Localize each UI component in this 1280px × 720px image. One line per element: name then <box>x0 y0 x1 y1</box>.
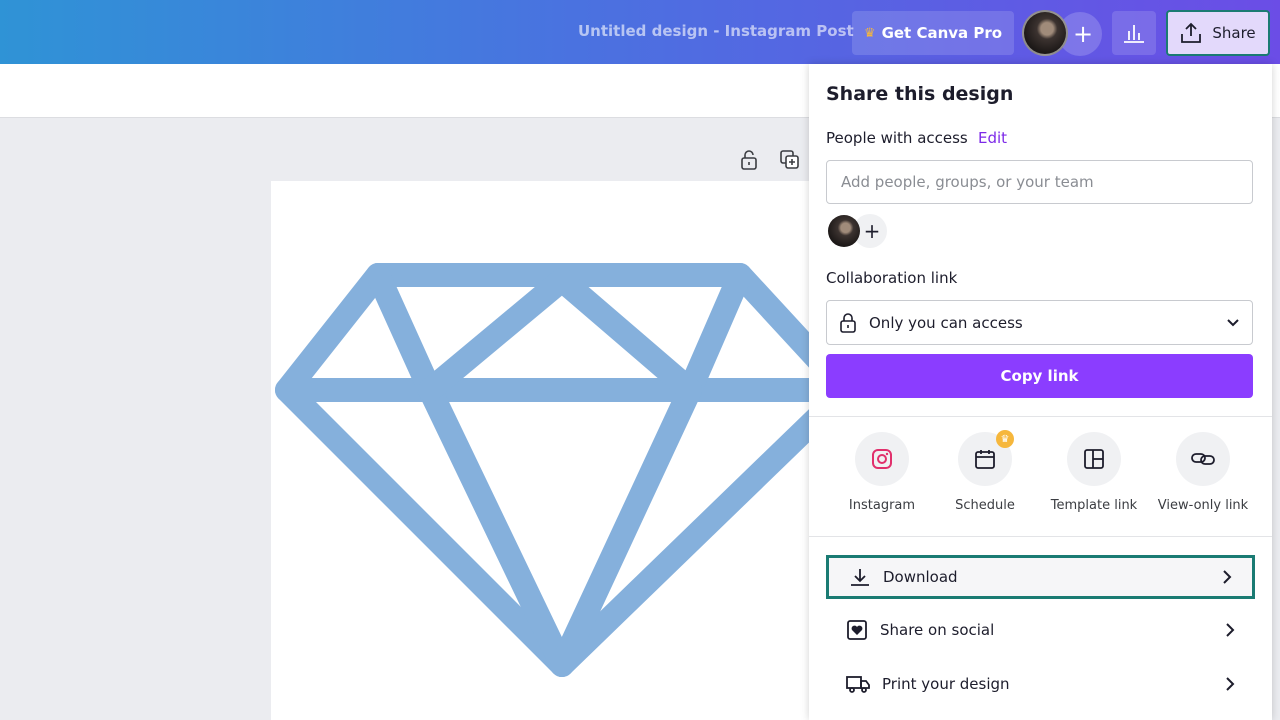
crown-icon: ♛ <box>863 25 876 41</box>
diamond-graphic[interactable] <box>271 181 858 720</box>
collaboration-link-label: Collaboration link <box>826 269 958 287</box>
pro-crown-icon: ♛ <box>996 430 1014 448</box>
share-option-instagram[interactable]: Instagram <box>827 432 937 513</box>
get-canva-pro-label: Get Canva Pro <box>881 24 1003 42</box>
share-button[interactable]: Share <box>1166 10 1270 56</box>
calendar-icon <box>975 450 995 469</box>
people-with-access-label: People with access <box>826 129 968 147</box>
insights-button[interactable] <box>1112 11 1156 55</box>
link-icon <box>1191 453 1215 465</box>
share-panel: Share this design People with access Edi… <box>809 64 1272 720</box>
plus-icon: + <box>863 219 881 243</box>
user-avatar[interactable] <box>1022 10 1068 56</box>
share-option-circle <box>1176 432 1230 486</box>
share-option-label: Template link <box>1050 498 1138 513</box>
copy-link-button[interactable]: Copy link <box>826 354 1253 398</box>
share-on-social-menu-item[interactable]: Share on social <box>826 608 1255 652</box>
share-options-row: Instagram ♛ Schedule Template link View-… <box>809 430 1272 522</box>
download-label: Download <box>883 568 958 586</box>
design-canvas[interactable] <box>271 181 858 720</box>
chevron-right-icon <box>1226 623 1235 637</box>
chevron-right-icon <box>1223 570 1232 584</box>
lock-icon <box>840 312 856 333</box>
upload-icon <box>1181 22 1202 43</box>
top-bar: Untitled design - Instagram Post ♛ Get C… <box>0 0 1280 64</box>
heart-icon <box>847 620 867 640</box>
get-canva-pro-button[interactable]: ♛ Get Canva Pro <box>852 11 1014 55</box>
link-access-dropdown[interactable]: Only you can access <box>826 300 1253 345</box>
divider <box>809 536 1272 537</box>
share-label: Share <box>1212 24 1256 42</box>
truck-icon <box>846 676 870 693</box>
download-icon <box>851 569 869 586</box>
share-on-social-label: Share on social <box>880 621 995 639</box>
share-option-circle: ♛ <box>958 430 1014 486</box>
chevron-down-icon <box>1227 318 1239 326</box>
plus-icon: + <box>1072 20 1094 48</box>
share-option-view-only-link[interactable]: View-only link <box>1148 432 1258 513</box>
add-people-input[interactable] <box>826 160 1253 204</box>
document-title[interactable]: Untitled design - Instagram Post <box>578 22 854 40</box>
share-option-label: View-only link <box>1157 498 1249 513</box>
link-access-value: Only you can access <box>869 313 1023 332</box>
share-option-label: Schedule <box>955 498 1015 513</box>
download-menu-item[interactable]: Download <box>826 555 1255 599</box>
share-option-template-link[interactable]: Template link <box>1039 432 1149 513</box>
owner-avatar <box>828 215 860 247</box>
unlock-icon[interactable] <box>740 150 758 170</box>
share-option-schedule[interactable]: ♛ Schedule <box>930 430 1040 513</box>
canvas-page-tools <box>740 150 800 170</box>
duplicate-page-icon[interactable] <box>780 150 800 170</box>
share-option-circle <box>855 432 909 486</box>
share-option-label: Instagram <box>848 498 916 513</box>
instagram-icon <box>872 449 892 469</box>
share-option-circle <box>1067 432 1121 486</box>
template-icon <box>1084 449 1104 469</box>
print-design-menu-item[interactable]: Print your design <box>826 662 1255 706</box>
share-panel-title: Share this design <box>826 83 1014 105</box>
edit-access-link[interactable]: Edit <box>978 129 1007 147</box>
print-design-label: Print your design <box>882 675 1010 693</box>
bar-chart-icon <box>1124 25 1144 43</box>
chevron-right-icon <box>1226 677 1235 691</box>
divider <box>809 416 1272 417</box>
